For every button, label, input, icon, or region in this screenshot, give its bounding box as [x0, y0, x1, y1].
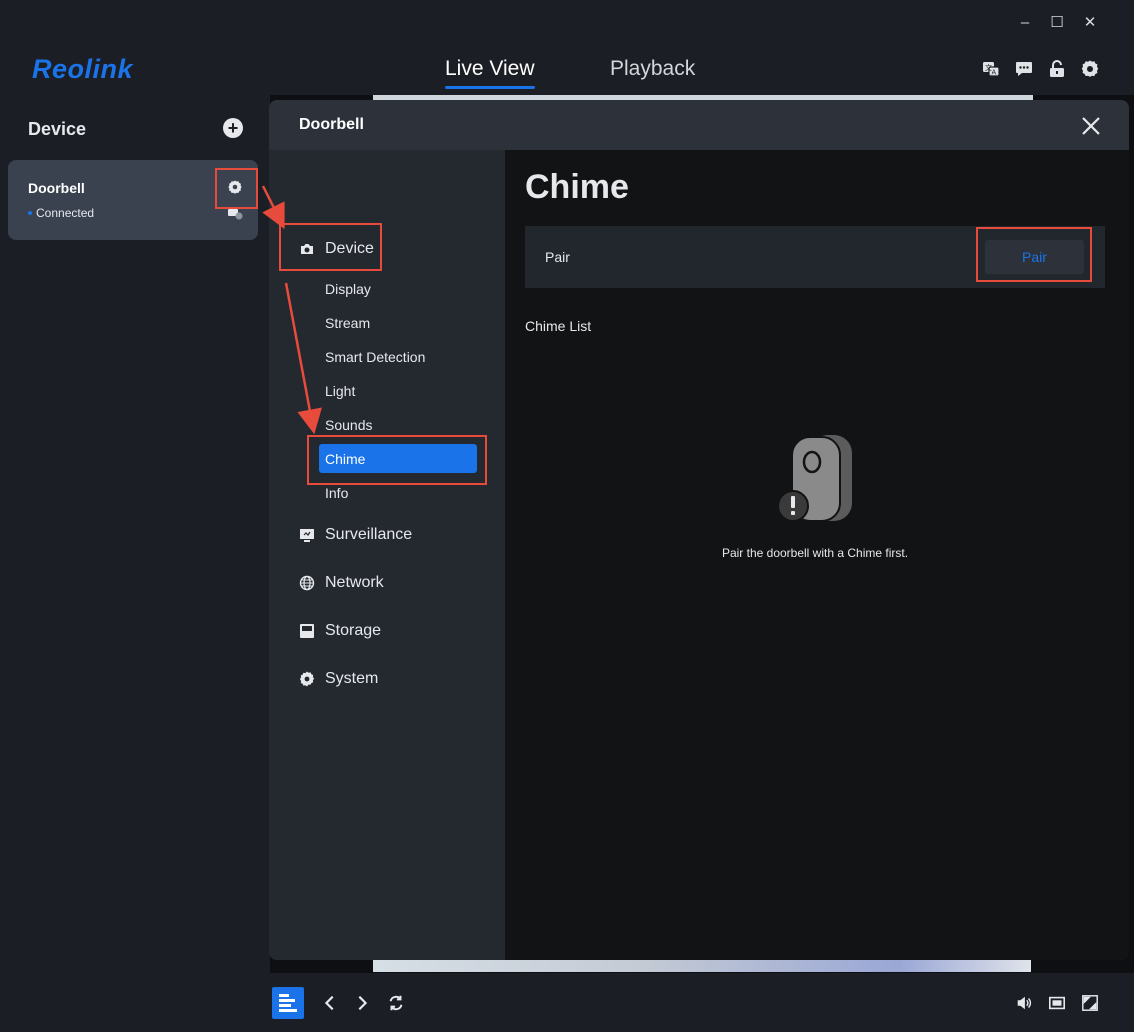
chime-list-label: Chime List — [525, 318, 592, 334]
previous-icon[interactable] — [314, 987, 346, 1019]
pair-row: Pair Pair — [525, 226, 1105, 288]
page-title: Chime — [525, 168, 629, 206]
globe-icon — [299, 575, 315, 591]
nav-system-label: System — [325, 670, 379, 687]
device-card-doorbell[interactable]: Doorbell Connected — [8, 160, 258, 240]
title-bar: – ☐ ✕ Reolink Live View Playback 文A — [0, 0, 1134, 95]
camera-icon — [299, 241, 315, 257]
unlock-icon[interactable] — [1047, 59, 1067, 79]
dialog-title: Doorbell — [299, 116, 364, 133]
refresh-icon[interactable] — [380, 987, 412, 1019]
gear-icon — [299, 671, 315, 687]
device-name: Doorbell — [28, 180, 85, 196]
device-panel-title: Device — [28, 119, 87, 139]
nav-network[interactable]: Network — [299, 571, 384, 595]
nav-sub-smart-detection[interactable]: Smart Detection — [325, 349, 425, 365]
monitor-icon — [299, 527, 315, 543]
nav-sub-light[interactable]: Light — [325, 383, 355, 399]
nav-sub-display[interactable]: Display — [325, 281, 371, 297]
bottom-toolbar — [270, 973, 1134, 1032]
volume-icon[interactable] — [1008, 987, 1040, 1019]
battery-icon — [227, 207, 243, 220]
status-dot — [28, 211, 32, 215]
aspect-ratio-icon[interactable] — [1041, 987, 1073, 1019]
nav-storage-label: Storage — [325, 622, 382, 639]
empty-state-message: Pair the doorbell with a Chime first. — [721, 546, 909, 560]
next-icon[interactable] — [346, 987, 378, 1019]
maximize-button[interactable]: ☐ — [1046, 12, 1068, 34]
settings-nav: Device Display Stream Smart Detection Li… — [269, 150, 505, 960]
layout-list-icon[interactable] — [272, 987, 304, 1019]
tab-live-view[interactable]: Live View — [445, 57, 535, 89]
pair-button[interactable]: Pair — [985, 240, 1084, 274]
video-frame-edge — [373, 958, 1031, 972]
close-window-button[interactable]: ✕ — [1079, 12, 1101, 34]
reolink-logo: Reolink — [32, 54, 134, 84]
feedback-icon[interactable] — [1014, 59, 1034, 79]
tab-playback[interactable]: Playback — [610, 57, 695, 81]
nav-device-label: Device — [325, 240, 374, 257]
device-settings-dialog: Doorbell Device Display Stream Smart Det… — [269, 100, 1129, 960]
storage-icon — [299, 623, 315, 639]
device-panel: Device + Doorbell Connected — [0, 95, 270, 1032]
chime-settings-content: Chime Pair Pair Chime List Pair the door… — [505, 150, 1129, 960]
nav-system[interactable]: System — [299, 667, 378, 691]
minimize-button[interactable]: – — [1014, 12, 1036, 34]
add-device-button[interactable]: + — [223, 118, 243, 138]
nav-storage[interactable]: Storage — [299, 619, 381, 643]
nav-sub-sounds[interactable]: Sounds — [325, 417, 372, 433]
svg-text:A: A — [992, 70, 997, 77]
dialog-header: Doorbell — [269, 100, 1129, 150]
fullscreen-icon[interactable] — [1074, 987, 1106, 1019]
device-settings-gear-icon[interactable] — [227, 179, 243, 195]
nav-sub-chime[interactable]: Chime — [319, 444, 477, 473]
nav-sub-stream[interactable]: Stream — [325, 315, 370, 331]
pair-label: Pair — [545, 249, 570, 265]
nav-network-label: Network — [325, 574, 384, 591]
nav-device[interactable]: Device — [299, 237, 374, 261]
nav-surveillance[interactable]: Surveillance — [299, 523, 412, 547]
chime-warning-icon — [777, 433, 854, 525]
close-dialog-icon[interactable] — [1079, 114, 1103, 138]
device-status: Connected — [36, 206, 95, 220]
settings-icon[interactable] — [1080, 59, 1100, 79]
translate-icon[interactable]: 文A — [981, 59, 1001, 79]
nav-surveillance-label: Surveillance — [325, 526, 413, 543]
nav-sub-info[interactable]: Info — [325, 485, 348, 501]
